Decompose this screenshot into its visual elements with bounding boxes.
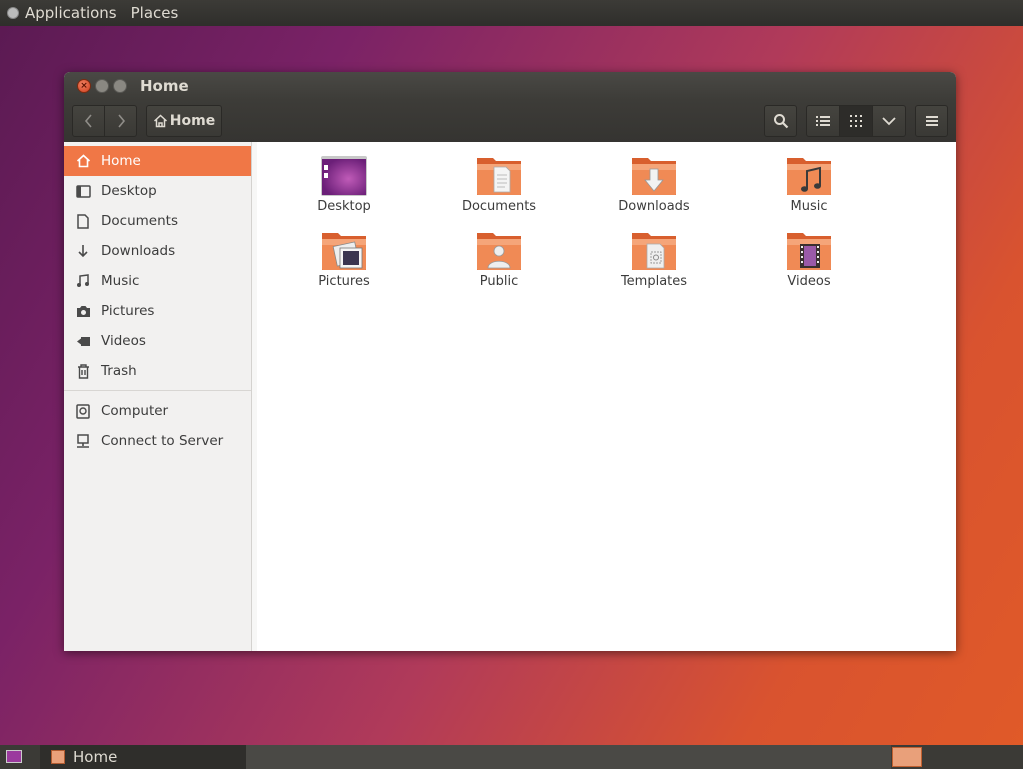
file-item-templates[interactable]: Templates — [599, 231, 709, 301]
file-item-public[interactable]: Public — [444, 231, 554, 301]
grid-view-icon — [850, 115, 862, 127]
window-title: Home — [140, 77, 189, 95]
sidebar-item-home[interactable]: Home — [64, 146, 251, 176]
bottom-panel: Home — [0, 745, 1023, 769]
toolbar: Home — [64, 100, 956, 142]
camera-icon — [75, 303, 91, 319]
music-icon — [75, 273, 91, 289]
file-item-label: Desktop — [317, 199, 371, 214]
file-item-label: Documents — [461, 199, 537, 214]
show-desktop-icon[interactable] — [6, 750, 22, 763]
sidebar-item-documents[interactable]: Documents — [64, 206, 251, 236]
file-manager-window: × Home Home Home Desktop Documents Downl… — [64, 72, 956, 651]
file-item-label: Pictures — [318, 274, 370, 289]
home-icon — [153, 114, 167, 128]
pictures-folder-icon — [322, 233, 366, 270]
path-bar-home[interactable]: Home — [146, 105, 222, 137]
computer-icon — [75, 403, 91, 419]
title-bar: × Home — [64, 72, 956, 100]
file-item-label: Templates — [620, 274, 688, 289]
sidebar-item-downloads[interactable]: Downloads — [64, 236, 251, 266]
file-item-music[interactable]: Music — [754, 156, 864, 226]
file-item-desktop[interactable]: Desktop — [289, 156, 399, 226]
sidebar-item-label: Computer — [101, 403, 169, 419]
taskbar-item-home[interactable]: Home — [40, 745, 246, 769]
desktop-icon — [75, 183, 91, 199]
file-grid: Desktop Documents Downloads Music Pictur… — [252, 142, 956, 651]
file-manager-icon — [51, 750, 65, 764]
file-item-label: Downloads — [618, 199, 690, 214]
sidebar-item-label: Connect to Server — [101, 433, 224, 449]
sidebar-item-music[interactable]: Music — [64, 266, 251, 296]
documents-folder-icon — [477, 158, 521, 195]
file-item-videos[interactable]: Videos — [754, 231, 864, 301]
sidebar-item-trash[interactable]: Trash — [64, 356, 251, 386]
sidebar-item-label: Desktop — [101, 183, 157, 199]
maximize-button[interactable] — [113, 79, 127, 93]
chevron-right-icon — [117, 114, 125, 128]
hamburger-menu-icon — [925, 116, 938, 126]
taskbar-item-label: Home — [73, 748, 118, 766]
workspace-switcher-icon[interactable] — [892, 747, 922, 767]
downloads-folder-icon — [632, 158, 676, 195]
chevron-down-icon — [882, 117, 896, 126]
back-button[interactable] — [72, 105, 105, 137]
sidebar-item-videos[interactable]: Videos — [64, 326, 251, 356]
templates-folder-icon — [632, 233, 676, 270]
sidebar-item-label: Home — [101, 153, 141, 169]
sidebar-item-pictures[interactable]: Pictures — [64, 296, 251, 326]
top-panel: Applications Places — [0, 0, 1023, 26]
sidebar-item-label: Trash — [101, 363, 137, 379]
sidebar-item-computer[interactable]: Computer — [64, 396, 251, 426]
minimize-button[interactable] — [95, 79, 109, 93]
music-folder-icon — [787, 158, 831, 195]
grid-view-button[interactable] — [839, 105, 873, 137]
video-icon — [75, 333, 91, 349]
download-icon — [75, 243, 91, 259]
sidebar-item-connect-to-server[interactable]: Connect to Server — [64, 426, 251, 456]
chevron-left-icon — [84, 114, 92, 128]
trash-icon — [75, 363, 91, 379]
home-icon — [75, 153, 91, 169]
applications-menu[interactable]: Applications — [25, 4, 117, 22]
file-item-documents[interactable]: Documents — [444, 156, 554, 226]
search-icon — [773, 114, 788, 129]
file-item-downloads[interactable]: Downloads — [599, 156, 709, 226]
file-item-label: Music — [790, 199, 828, 214]
menu-button[interactable] — [915, 105, 948, 137]
document-icon — [75, 213, 91, 229]
forward-button[interactable] — [104, 105, 137, 137]
network-server-icon — [75, 433, 91, 449]
desktop-folder-icon — [321, 156, 367, 196]
view-options-button[interactable] — [872, 105, 906, 137]
list-view-button[interactable] — [806, 105, 840, 137]
sidebar-item-label: Documents — [101, 213, 178, 229]
sidebar-item-desktop[interactable]: Desktop — [64, 176, 251, 206]
sidebar: Home Desktop Documents Downloads Music P… — [64, 142, 252, 651]
list-view-icon — [816, 116, 830, 126]
path-bar-label: Home — [169, 113, 216, 129]
public-folder-icon — [477, 233, 521, 270]
ubuntu-logo-icon[interactable] — [7, 7, 19, 19]
sidebar-item-label: Downloads — [101, 243, 176, 259]
places-menu[interactable]: Places — [131, 4, 179, 22]
search-button[interactable] — [764, 105, 797, 137]
videos-folder-icon — [787, 233, 831, 270]
sidebar-item-label: Pictures — [101, 303, 155, 319]
sidebar-divider — [64, 390, 251, 391]
file-item-label: Public — [479, 274, 519, 289]
close-button[interactable]: × — [77, 79, 91, 93]
sidebar-item-label: Music — [101, 273, 140, 289]
taskbar-empty-area — [246, 745, 891, 769]
file-item-label: Videos — [787, 274, 831, 289]
sidebar-item-label: Videos — [101, 333, 146, 349]
file-item-pictures[interactable]: Pictures — [289, 231, 399, 301]
